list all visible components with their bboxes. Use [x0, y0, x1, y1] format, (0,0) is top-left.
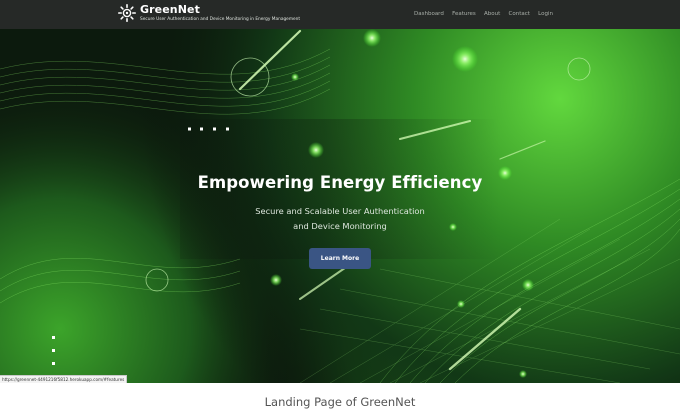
hero-subtitle: Secure and Scalable User Authentication …	[0, 204, 680, 234]
figure-caption: Landing Page of GreenNet	[264, 395, 416, 409]
hero-subtitle-line-1: Secure and Scalable User Authentication	[255, 206, 425, 216]
sun-gear-logo-icon	[118, 4, 136, 22]
browser-screenshot: GreenNet Secure User Authentication and …	[0, 0, 680, 383]
nav-features[interactable]: Features	[452, 11, 476, 17]
brand-name: GreenNet	[140, 3, 200, 16]
learn-more-button[interactable]: Learn More	[309, 248, 371, 269]
nav-contact[interactable]: Contact	[509, 11, 530, 17]
hero-subtitle-line-2: and Device Monitoring	[293, 221, 387, 231]
hero-section: Empowering Energy Efficiency Secure and …	[0, 29, 680, 383]
status-bar-url: https://greennet-4491216f5812.herokuapp.…	[0, 375, 128, 383]
nav-about[interactable]: About	[484, 11, 500, 17]
nav-links: Dashboard Features About Contact Login	[414, 11, 560, 17]
navbar: GreenNet Secure User Authentication and …	[0, 0, 680, 29]
hero-title: Empowering Energy Efficiency	[197, 173, 483, 192]
nav-login[interactable]: Login	[538, 11, 553, 17]
nav-dashboard[interactable]: Dashboard	[414, 11, 444, 17]
brand-tagline: Secure User Authentication and Device Mo…	[140, 17, 301, 22]
